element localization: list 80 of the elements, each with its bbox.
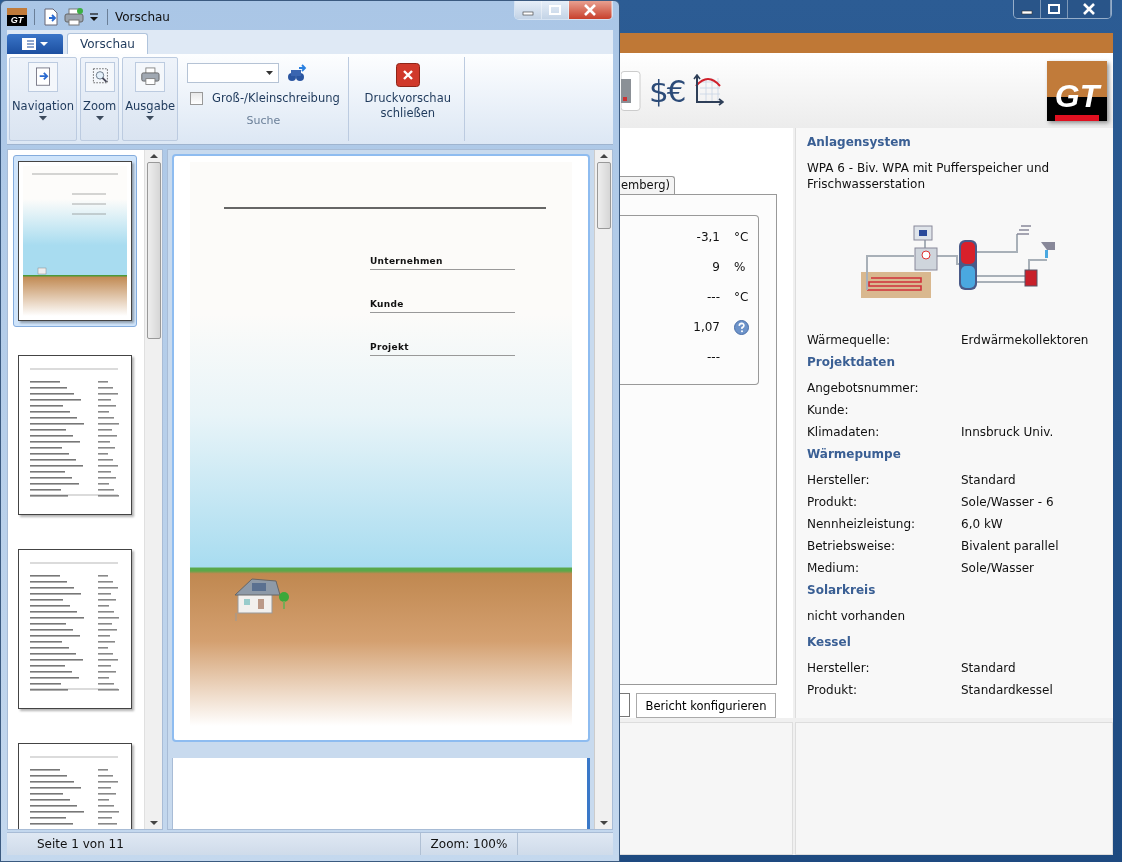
menu-icon[interactable]: [20, 37, 50, 51]
logo-text: GT: [7, 15, 27, 26]
ribbon-tab[interactable]: Vorschau: [67, 33, 148, 54]
field-value: 6,0 kW: [961, 516, 1003, 533]
field-label: Produkt:: [807, 682, 858, 699]
field-value: Erdwärmekollektoren: [961, 332, 1089, 349]
page-field-label: Projekt: [370, 341, 515, 356]
close-icon[interactable]: [569, 1, 612, 19]
ribbon-dropdown-button[interactable]: Navigation: [9, 57, 78, 141]
checkbox[interactable]: [190, 91, 204, 105]
field-label: Hersteller:: [807, 472, 871, 489]
summary-text: nicht vorhanden: [807, 608, 906, 625]
chart-icon[interactable]: [692, 73, 725, 108]
page-arrow-icon[interactable]: [42, 8, 60, 26]
unit-label: °C: [734, 290, 749, 304]
caret-icon: [146, 116, 155, 121]
field-value: Sole/Wasser: [961, 560, 1034, 577]
field-label: Medium:: [807, 560, 861, 577]
summary-text: WPA 6 - Biv. WPA mit Pufferspeicher und Frischwasserstation: [807, 160, 1051, 192]
reading-value: -3,1: [695, 230, 720, 244]
scrollbar[interactable]: [144, 150, 162, 829]
button-label: Zoom: [83, 99, 117, 113]
close-icon: [395, 63, 420, 87]
reading-value: 9: [711, 260, 720, 274]
scroll-thumb[interactable]: [596, 162, 611, 229]
reading-value: ---: [706, 350, 720, 364]
field-label: Klimadaten:: [807, 424, 881, 441]
group-label: Suche: [246, 114, 281, 127]
binoculars-icon[interactable]: [287, 63, 308, 83]
section-heading: Solarkreis: [807, 582, 877, 599]
field-value: Standardkessel: [961, 682, 1053, 699]
page-thumbnail[interactable]: [13, 155, 137, 327]
caret-icon: [266, 71, 274, 75]
unit-label: °C: [734, 230, 749, 244]
field-value: Sole/Wasser - 6: [961, 494, 1054, 511]
page-field-label: Unternehmen: [370, 255, 515, 270]
help-icon[interactable]: [734, 319, 749, 335]
printer-icon[interactable]: [64, 8, 84, 26]
window-title: Vorschau: [115, 10, 170, 24]
maximize-icon[interactable]: [1041, 0, 1068, 18]
reading-value: 1,07: [692, 320, 720, 334]
caret-icon: [39, 116, 47, 121]
status-text: Seite 1 von 11: [7, 833, 421, 855]
checkbox-label: Groß-/Kleinschreibung: [212, 91, 340, 105]
field-label: Hersteller:: [807, 660, 871, 677]
reading-value: ---: [706, 290, 720, 304]
button-label: Druckvorschau schließen: [363, 91, 452, 121]
button-label: Navigation: [12, 99, 75, 113]
page-field-label: Kunde: [370, 298, 515, 313]
tab[interactable]: emberg): [617, 176, 675, 194]
scrollbar[interactable]: [594, 150, 612, 829]
field-label: Produkt:: [807, 494, 858, 511]
section-heading: Projektdaten: [807, 354, 897, 371]
caret-icon: [95, 116, 104, 121]
logo-text: GT: [1054, 80, 1100, 121]
scroll-thumb[interactable]: [146, 162, 161, 339]
field-label: Kunde:: [807, 402, 850, 419]
field-value: Innsbruck Univ.: [961, 424, 1054, 441]
section-heading: Kessel: [807, 634, 852, 651]
field-label: Nennheizleistung:: [807, 516, 917, 533]
field-label: Angebotsnummer:: [807, 380, 920, 397]
field-label: Betriebsweise:: [807, 538, 897, 555]
close-preview-button[interactable]: Druckvorschau schließen: [351, 57, 465, 141]
calculator-icon[interactable]: [621, 70, 641, 111]
field-value: Bivalent parallel: [961, 538, 1059, 555]
section-heading: Wärmepumpe: [807, 446, 902, 463]
close-icon[interactable]: [1068, 0, 1111, 18]
unit-label: %: [734, 260, 746, 274]
field-value: Standard: [961, 472, 1016, 489]
ribbon-dropdown-button[interactable]: Ausgabe: [122, 57, 179, 141]
currency-icon[interactable]: $€: [649, 72, 685, 109]
configure-report-button[interactable]: Bericht konfigurieren: [636, 693, 776, 718]
field-value: Standard: [961, 660, 1016, 677]
button-label: Ausgabe: [125, 99, 176, 113]
status-text: Zoom: 100%: [421, 833, 518, 855]
ribbon-dropdown-button[interactable]: Zoom: [80, 57, 120, 141]
section-heading: Anlagensystem: [807, 134, 912, 151]
field-label: Wärmequelle:: [807, 332, 891, 349]
minimize-icon[interactable]: [1014, 0, 1041, 18]
application-menu-button[interactable]: [7, 34, 63, 54]
